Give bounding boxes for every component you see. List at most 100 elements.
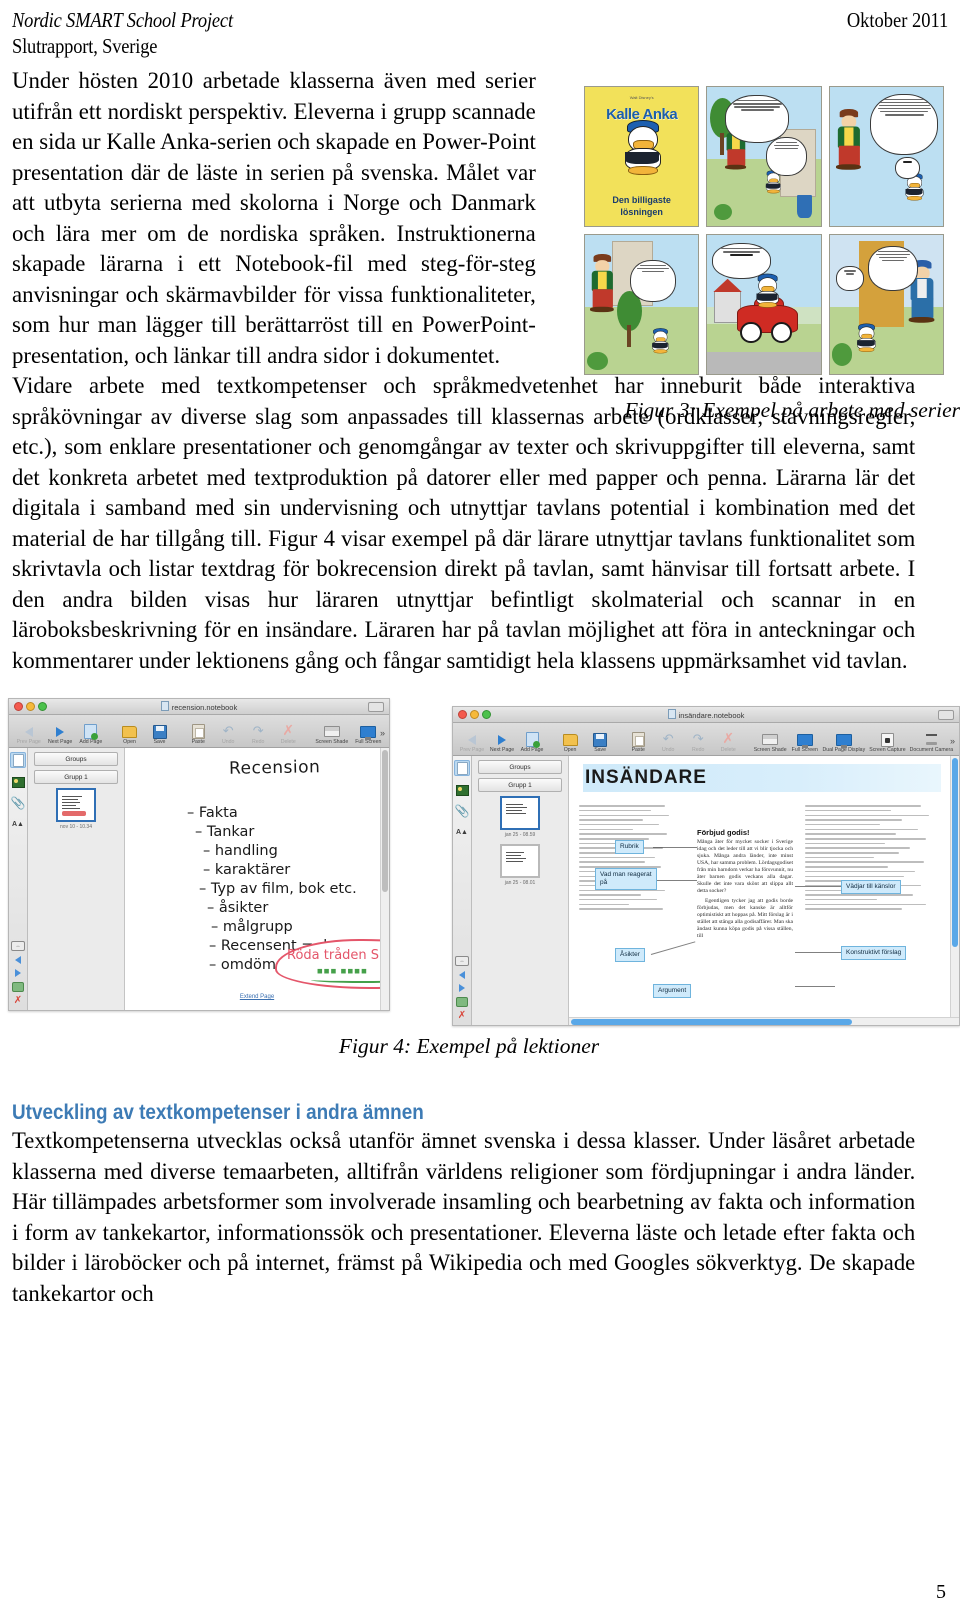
- page-thumbnail-wrap[interactable]: nov 10 - 10.34: [56, 788, 96, 830]
- toolbar-button-prev-page[interactable]: Prev Page: [13, 724, 44, 747]
- arrow-right-icon: [56, 726, 65, 737]
- rail-item-page-sorter[interactable]: [10, 752, 26, 768]
- page-sorter-panel[interactable]: Groups Grupp 1 nov 10 - 10.34: [28, 748, 125, 1010]
- nav-forward-icon[interactable]: [459, 984, 465, 992]
- toolbar-button-open[interactable]: Open: [115, 724, 145, 747]
- nav-forward-icon[interactable]: [15, 969, 21, 977]
- header-subtitle: Slutrapport, Sverige: [12, 34, 158, 58]
- paperclip-icon: 📎: [10, 796, 26, 810]
- group-tab-1[interactable]: Grupp 1: [478, 778, 562, 792]
- rail-item-attachments[interactable]: 📎: [10, 796, 26, 810]
- toolbar-button-paste[interactable]: Paste: [183, 724, 213, 747]
- arrow-right-icon: [498, 734, 506, 745]
- toolbar-button-paste[interactable]: Paste: [623, 732, 653, 755]
- window-titlebar[interactable]: insändare.notebook: [453, 707, 959, 723]
- undo-icon: ↶: [662, 732, 674, 747]
- group-tab-1[interactable]: Grupp 1: [34, 770, 118, 784]
- nav-back-icon[interactable]: [459, 971, 465, 979]
- rail-item-attachments[interactable]: 📎: [455, 804, 470, 818]
- nav-back-icon[interactable]: [15, 956, 21, 964]
- notebook-toolbar[interactable]: Prev Page Next Page Add Page Open Save P…: [9, 715, 389, 748]
- delete-icon: ✗: [722, 731, 735, 747]
- capture-icon[interactable]: [12, 982, 24, 992]
- toolbar-button-delete[interactable]: ✗ Delete: [713, 732, 743, 755]
- toolbar-button-next-page[interactable]: Next Page: [44, 724, 75, 747]
- arrow-left-icon: [468, 734, 476, 745]
- clear-icon[interactable]: ✗: [14, 996, 22, 1006]
- toolbar-button-screen-capture[interactable]: Screen Capture: [867, 732, 908, 755]
- toolbar-button-add-page[interactable]: Add Page: [76, 724, 106, 747]
- callout-vadjar-till-kanslor: Vädjar till känslor: [841, 880, 901, 894]
- toolbar-button-save[interactable]: Save: [585, 732, 615, 755]
- rail-bottom-tools[interactable]: ↔ ✗: [11, 941, 25, 1006]
- extend-page-link[interactable]: Extend Page: [240, 994, 274, 1000]
- comic-panel-2: [706, 86, 822, 227]
- rail-bottom-tools[interactable]: ↔ ✗: [455, 956, 469, 1021]
- page-thumbnail[interactable]: [500, 844, 540, 878]
- toolbar-button-save[interactable]: Save: [145, 724, 175, 747]
- rail-item-properties[interactable]: A▲: [11, 817, 25, 831]
- toolbar-button-screen-shade[interactable]: Screen Shade: [312, 724, 352, 747]
- toolbar-button-undo[interactable]: ↶ Undo: [653, 732, 683, 755]
- toolbar-button-screen-shade[interactable]: Screen Shade: [751, 732, 789, 755]
- gallery-icon: [455, 784, 469, 796]
- header-date: Oktober 2011: [846, 8, 948, 32]
- groups-button[interactable]: Groups: [478, 760, 562, 774]
- toolbar-button-open[interactable]: Open: [555, 732, 585, 755]
- page-thumbnail[interactable]: [56, 788, 96, 822]
- rail-item-properties[interactable]: A▲: [455, 825, 469, 839]
- left-tool-rail[interactable]: 📎 A▲ ↔ ✗: [9, 748, 28, 1010]
- left-tool-rail[interactable]: 📎 A▲ ↔ ✗: [453, 756, 472, 1025]
- speech-bubble: [836, 265, 864, 291]
- page-sorter-panel[interactable]: Groups Grupp 1 jan 25 - 08.59 jan 25 - 0…: [472, 756, 569, 1025]
- notebook-canvas-recension[interactable]: Recension Fakta Tankar handling karaktär…: [125, 748, 389, 1010]
- toolbar-button-delete[interactable]: ✗ Delete: [273, 724, 303, 747]
- smart-notebook-window-insandare[interactable]: insändare.notebook Prev Page Next Page A…: [452, 706, 960, 1026]
- canvas-vertical-scrollbar[interactable]: [950, 756, 959, 1025]
- resize-handle-icon[interactable]: ↔: [11, 941, 25, 951]
- page-thumbnail-wrap[interactable]: jan 25 - 08.01: [500, 844, 540, 886]
- toolbar-button-full-screen[interactable]: Full Screen: [789, 732, 821, 755]
- toolbar-button-redo[interactable]: ↷ Redo: [243, 724, 273, 747]
- toolbar-button-next-page[interactable]: Next Page: [487, 732, 517, 755]
- document-icon: [160, 701, 169, 711]
- toolbar-button-redo[interactable]: ↷ Redo: [683, 732, 713, 755]
- toolbar-toggle-button[interactable]: [938, 710, 954, 720]
- window-titlebar[interactable]: recension.notebook: [9, 699, 389, 715]
- groups-button[interactable]: Groups: [34, 752, 118, 766]
- notebook-canvas-insandare[interactable]: INSÄNDARE Förbjud godis! Många äter för …: [569, 756, 959, 1025]
- capture-icon[interactable]: [456, 997, 468, 1007]
- resize-handle-icon[interactable]: ↔: [455, 956, 469, 966]
- toolbar-button-undo[interactable]: ↶ Undo: [213, 724, 243, 747]
- page-sorter-icon: [456, 761, 468, 775]
- figure-4-caption: Figur 4: Exempel på lektioner: [338, 1034, 600, 1058]
- rail-item-gallery[interactable]: [455, 783, 469, 797]
- red-annotation-text: Röda tråden Sid 12-13!: [287, 948, 389, 963]
- notebook-toolbar[interactable]: Prev Page Next Page Add Page Open Save P…: [453, 723, 959, 756]
- green-annotation-text: ◼◼◼ ◼◼◼◼: [317, 967, 368, 975]
- paragraph-1: Under hösten 2010 arbetade klasserna äve…: [12, 68, 536, 369]
- toolbar-button-document-camera[interactable]: Document Camera: [908, 732, 955, 755]
- canvas-vertical-scrollbar[interactable]: [380, 748, 389, 1010]
- speech-bubble: [766, 137, 808, 176]
- canvas-title-handwriting: Recension: [228, 757, 321, 779]
- toolbar-button-dual-page-display[interactable]: Dual Page Display: [821, 732, 867, 755]
- redo-icon: ↷: [252, 724, 264, 739]
- section-block: Utveckling av textkompetenser i andra äm…: [12, 1101, 948, 1309]
- rail-item-page-sorter[interactable]: [454, 760, 470, 776]
- delete-icon: ✗: [282, 723, 295, 739]
- toolbar-button-add-page[interactable]: Add Page: [517, 732, 547, 755]
- toolbar-toggle-button[interactable]: [368, 702, 384, 712]
- page-thumbnail-wrap[interactable]: jan 25 - 08.59: [500, 796, 540, 838]
- clear-icon[interactable]: ✗: [458, 1011, 466, 1021]
- canvas-horizontal-scrollbar[interactable]: [569, 1017, 959, 1025]
- smart-notebook-window-recension[interactable]: recension.notebook Prev Page Next Page A…: [8, 698, 390, 1011]
- rail-item-gallery[interactable]: [11, 775, 25, 789]
- page-thumbnail[interactable]: [500, 796, 540, 830]
- redo-icon: ↷: [692, 732, 704, 747]
- toolbar-overflow-icon[interactable]: »: [380, 728, 385, 738]
- toolbar-button-prev-page[interactable]: Prev Page: [457, 732, 487, 755]
- save-icon: [152, 724, 167, 739]
- toolbar-overflow-icon[interactable]: »: [950, 736, 955, 746]
- list-item: åsikter: [187, 899, 357, 918]
